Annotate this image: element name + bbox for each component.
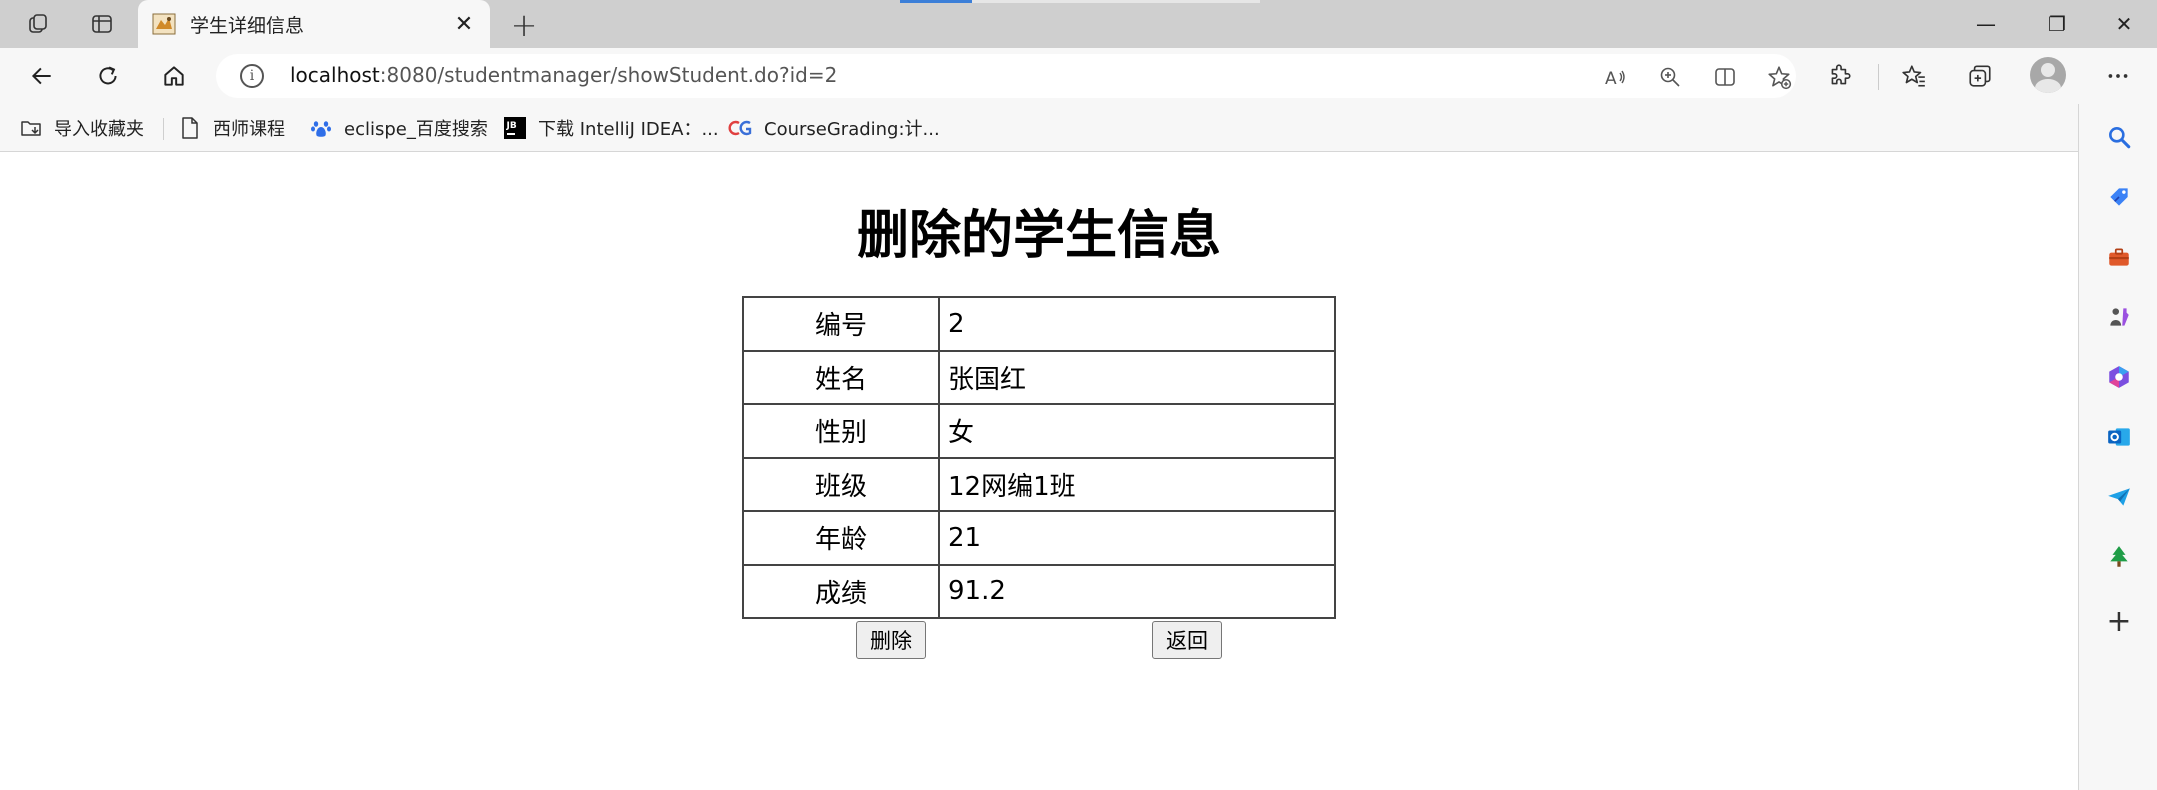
toolbar-divider	[1878, 64, 1879, 90]
bookmark-xishi-course[interactable]: 西师课程	[177, 112, 285, 144]
tomcat-favicon-icon	[152, 12, 176, 36]
favorites-icon[interactable]	[1894, 56, 1934, 96]
bookmarks-bar: 导入收藏夹 西师课程 eclispe_百度搜索 JB 下载 IntelliJ I…	[0, 104, 2078, 152]
collections-icon[interactable]	[1960, 56, 2000, 96]
field-value: 21	[938, 510, 1336, 566]
import-folder-icon	[18, 115, 44, 141]
zoom-icon[interactable]	[1653, 60, 1687, 94]
table-row: 性别女	[742, 403, 1336, 459]
profile-icon[interactable]	[2030, 57, 2066, 93]
page-title: 删除的学生信息	[856, 206, 1221, 266]
games-icon[interactable]	[2099, 297, 2139, 337]
tab-actions-icon[interactable]	[80, 8, 124, 40]
svg-text:JB: JB	[506, 121, 517, 131]
send-icon[interactable]	[2099, 477, 2139, 517]
bookmark-label: 下载 IntelliJ IDEA：...	[538, 119, 719, 140]
svg-text:A: A	[1605, 69, 1617, 89]
toolbox-icon[interactable]	[2099, 237, 2139, 277]
field-label: 班级	[742, 456, 940, 512]
bookmark-label: eclispe_百度搜索	[344, 119, 488, 140]
window-close-button[interactable]: ✕	[2091, 0, 2157, 48]
table-row: 姓名 张国红	[742, 349, 1336, 405]
home-icon[interactable]	[152, 56, 196, 96]
page-icon	[177, 115, 203, 141]
field-value: 91.2	[938, 563, 1336, 619]
back-icon[interactable]	[20, 56, 64, 96]
address-bar[interactable]: i localhost:8080/studentmanager/showStud…	[216, 54, 1796, 98]
tree-icon[interactable]	[2099, 537, 2139, 577]
browser-toolbar: i localhost:8080/studentmanager/showStud…	[0, 48, 2157, 104]
active-tab[interactable]: 学生详细信息 ✕	[138, 0, 490, 48]
read-aloud-icon[interactable]: A	[1598, 60, 1632, 94]
field-label: 姓名	[742, 349, 940, 405]
more-icon[interactable]	[2098, 56, 2138, 96]
field-label: 年龄	[742, 510, 940, 566]
new-tab-icon[interactable]: +	[506, 6, 542, 44]
back-button[interactable]: 返回	[1152, 621, 1222, 659]
student-info-table: 编号 2 姓名 张国红 性别女班级 12网编1班 年龄 21 成绩 91.2	[742, 296, 1336, 619]
baidu-paw-icon	[308, 115, 334, 141]
field-value: 12网编1班	[938, 456, 1336, 512]
tab-close-icon[interactable]: ✕	[448, 8, 480, 40]
refresh-icon[interactable]	[86, 56, 130, 96]
field-value: 张国红	[938, 349, 1336, 405]
field-label: 成绩	[742, 563, 940, 619]
info-icon[interactable]: i	[240, 64, 264, 88]
tab-title: 学生详细信息	[190, 15, 305, 37]
delete-button[interactable]: 删除	[856, 621, 926, 659]
table-row: 编号 2	[742, 296, 1336, 352]
extensions-icon[interactable]	[1820, 56, 1860, 96]
search-icon[interactable]	[2099, 117, 2139, 157]
field-label: 性别	[742, 403, 940, 459]
tag-icon[interactable]	[2099, 177, 2139, 217]
field-value: 2	[938, 296, 1336, 352]
field-value: 女	[938, 403, 1336, 459]
office-icon[interactable]	[2099, 357, 2139, 397]
bookmark-label: CourseGrading:计...	[764, 119, 940, 140]
bookmark-intellij-download[interactable]: JB 下载 IntelliJ IDEA：...	[502, 112, 719, 144]
page-content: 删除的学生信息 编号 2 姓名 张国红 性别女班级 12网编1班 年龄 21 成绩 91.2 删除…	[0, 153, 2078, 790]
table-row: 班级 12网编1班	[742, 456, 1336, 512]
bookmark-divider	[163, 118, 164, 140]
restore-button[interactable]: ❐	[2024, 0, 2090, 48]
edge-sidebar: +	[2078, 104, 2157, 790]
add-icon[interactable]: +	[2099, 601, 2139, 641]
jetbrains-icon: JB	[502, 115, 528, 141]
outlook-icon[interactable]	[2099, 417, 2139, 457]
table-row: 年龄 21	[742, 510, 1336, 566]
bookmark-eclipse-baidu[interactable]: eclispe_百度搜索	[308, 112, 488, 144]
split-screen-icon[interactable]	[1708, 60, 1742, 94]
tab-strip: 学生详细信息 ✕ + — ❐ ✕	[0, 0, 2157, 48]
coursegrading-icon	[728, 115, 754, 141]
url-text[interactable]: localhost:8080/studentmanager/showStuden…	[290, 63, 837, 87]
workspaces-icon[interactable]	[16, 8, 60, 40]
add-favorite-icon[interactable]	[1762, 60, 1796, 94]
minimize-button[interactable]: —	[1953, 0, 2019, 48]
loading-indicator	[900, 0, 1260, 3]
table-row: 成绩 91.2	[742, 563, 1336, 619]
bookmark-label: 导入收藏夹	[54, 119, 144, 140]
field-label: 编号	[742, 296, 940, 352]
bookmark-coursegrading[interactable]: CourseGrading:计...	[728, 112, 940, 144]
bookmark-import-favorites[interactable]: 导入收藏夹	[18, 112, 144, 144]
bookmark-label: 西师课程	[213, 119, 285, 140]
